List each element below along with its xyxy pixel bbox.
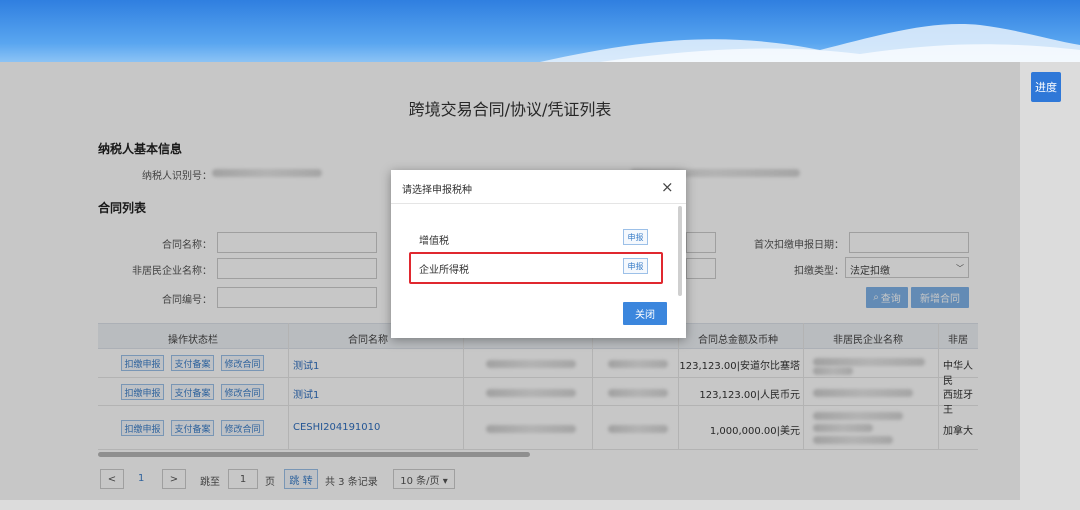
modal-header: 请选择申报税种 × — [391, 170, 686, 204]
cit-declare-button[interactable]: 申报 — [623, 258, 648, 274]
tax-type-modal: 请选择申报税种 × 增值税 申报 企业所得税 申报 关闭 — [391, 170, 686, 338]
close-icon[interactable]: × — [661, 178, 674, 196]
vat-label: 增值税 — [419, 236, 449, 247]
modal-scrollbar[interactable] — [678, 206, 682, 296]
banner-mountain-graphic — [540, 24, 1080, 62]
progress-button[interactable]: 进度 — [1031, 72, 1061, 102]
modal-close-button[interactable]: 关闭 — [623, 302, 667, 325]
modal-title: 请选择申报税种 — [402, 185, 472, 196]
cit-label: 企业所得税 — [419, 265, 469, 276]
vat-declare-button[interactable]: 申报 — [623, 229, 648, 245]
header-banner — [0, 0, 1080, 62]
